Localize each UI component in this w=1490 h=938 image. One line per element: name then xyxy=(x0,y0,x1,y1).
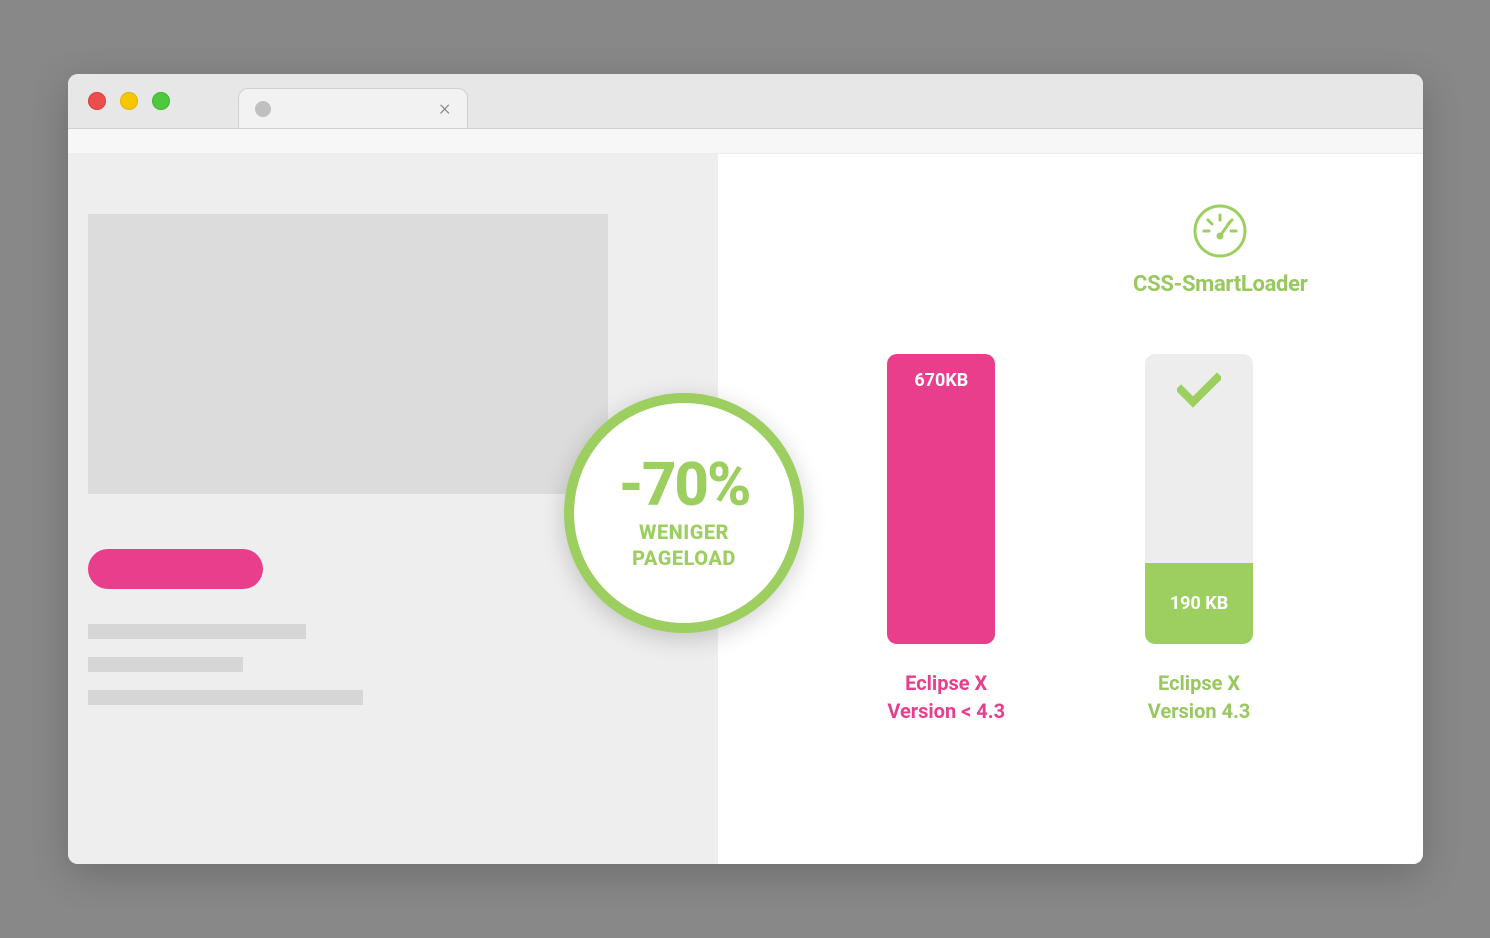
gauge-icon xyxy=(1193,204,1247,258)
maximize-window-icon[interactable] xyxy=(152,92,170,110)
bar-after-label: Eclipse X Version 4.3 xyxy=(1145,669,1253,725)
bar-before-label: Eclipse X Version < 4.3 xyxy=(887,669,1005,725)
traffic-lights xyxy=(88,92,170,110)
tab-favicon-icon xyxy=(255,101,271,117)
text-placeholder-group xyxy=(88,624,698,705)
comparison-chart: CSS-SmartLoader 670KB Eclipse X Version … xyxy=(718,154,1423,864)
titlebar: × xyxy=(68,74,1423,129)
bar-after-label-line2: Version 4.3 xyxy=(1148,699,1251,723)
bar-after: 190 KB xyxy=(1145,354,1253,644)
close-window-icon[interactable] xyxy=(88,92,106,110)
bar-before-label-line2: Version < 4.3 xyxy=(887,699,1005,723)
browser-tab[interactable]: × xyxy=(238,88,468,128)
cta-button-placeholder xyxy=(88,549,263,589)
url-bar xyxy=(68,129,1423,154)
bar-before-group: 670KB Eclipse X Version < 4.3 xyxy=(887,354,1005,725)
bar-before-value: 670KB xyxy=(887,354,995,391)
minimize-window-icon[interactable] xyxy=(120,92,138,110)
text-placeholder-line xyxy=(88,657,243,672)
badge-subtitle: WENIGER PAGELOAD xyxy=(632,519,736,571)
badge-percent: -70% xyxy=(619,455,750,515)
content-area: CSS-SmartLoader 670KB Eclipse X Version … xyxy=(68,154,1423,864)
hero-placeholder xyxy=(88,214,608,494)
bar-before-label-line1: Eclipse X xyxy=(905,671,987,695)
bars-area: 670KB Eclipse X Version < 4.3 xyxy=(718,354,1423,725)
text-placeholder-line xyxy=(88,690,363,705)
bar-after-label-line1: Eclipse X xyxy=(1158,671,1240,695)
browser-window: × xyxy=(68,74,1423,864)
feature-header: CSS-SmartLoader xyxy=(1133,204,1308,297)
text-placeholder-line xyxy=(88,624,306,639)
reduction-badge: -70% WENIGER PAGELOAD xyxy=(564,393,804,633)
bar-after-value: 190 KB xyxy=(1170,593,1228,614)
feature-title: CSS-SmartLoader xyxy=(1133,272,1308,297)
badge-sub-line1: WENIGER xyxy=(639,520,729,544)
badge-sub-line2: PAGELOAD xyxy=(632,546,736,570)
tab-close-icon[interactable]: × xyxy=(439,96,451,121)
bar-after-group: 190 KB Eclipse X Version 4.3 xyxy=(1145,354,1253,725)
bar-after-fill: 190 KB xyxy=(1145,563,1253,644)
bar-before: 670KB xyxy=(887,354,995,644)
checkmark-icon xyxy=(1145,372,1253,408)
